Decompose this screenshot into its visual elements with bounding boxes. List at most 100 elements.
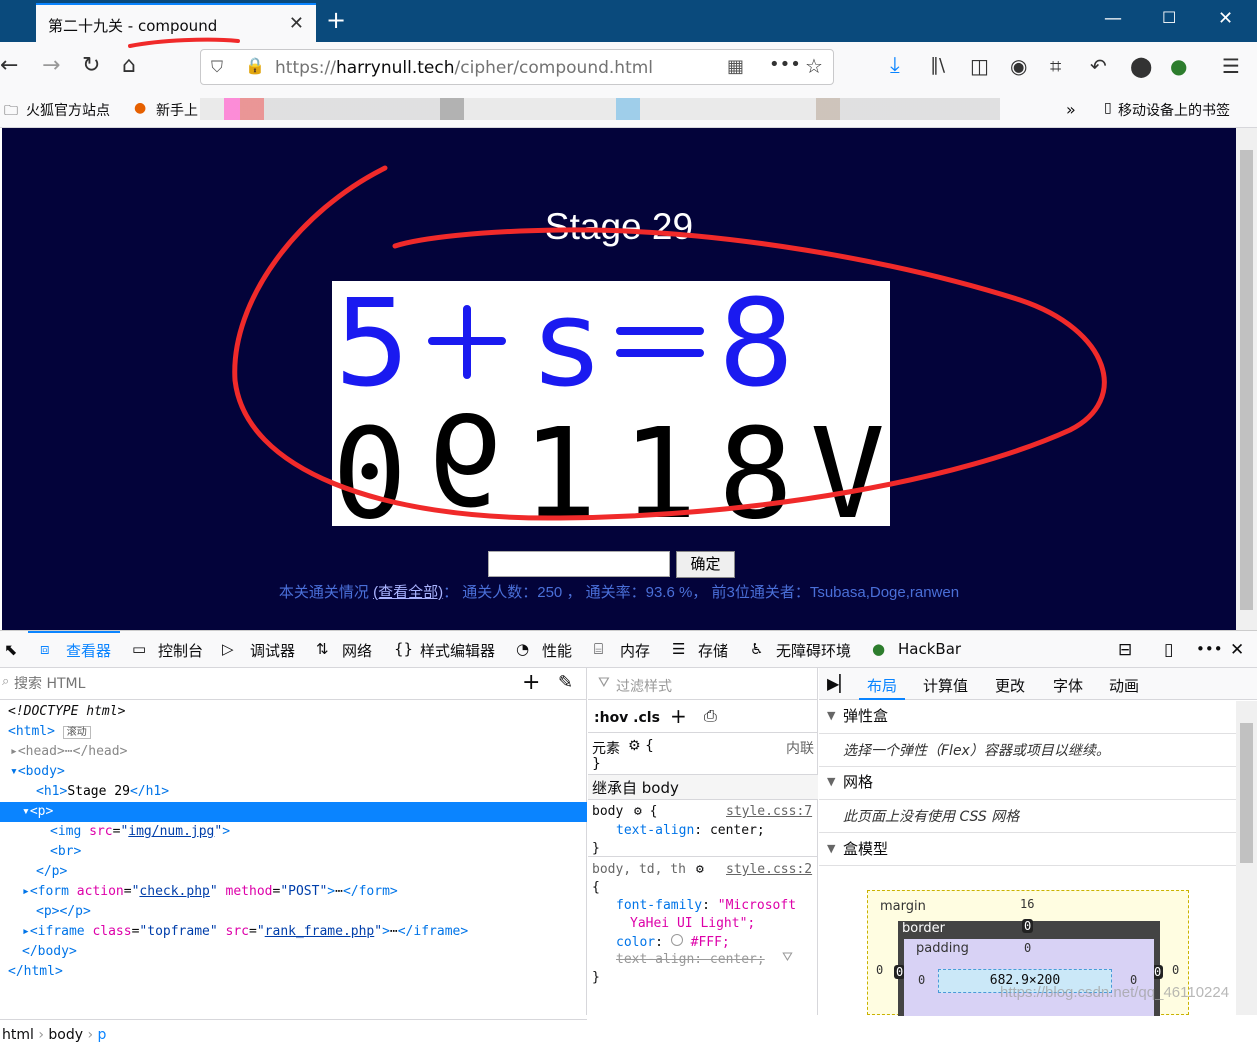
responsive-design-icon[interactable]: ▯	[1164, 640, 1173, 660]
rule-value[interactable]: "Microsoft	[718, 898, 796, 913]
breadcrumb-item[interactable]: html	[0, 1027, 34, 1043]
active-tab[interactable]: 第二十九关 - compound ✕	[36, 3, 316, 42]
tab-computed[interactable]: 计算值	[923, 675, 968, 696]
close-tab-icon[interactable]: ✕	[289, 13, 304, 34]
grid-section[interactable]: ▼ 网格	[819, 766, 1237, 800]
color-swatch[interactable]	[670, 934, 683, 946]
tab-style-editor[interactable]: 样式编辑器	[420, 640, 495, 661]
performance-icon[interactable]: ◔	[516, 640, 529, 658]
html-line[interactable]: <p></p>	[0, 902, 587, 922]
hackbar-icon[interactable]: ●	[872, 640, 885, 658]
html-line[interactable]: ▾<body>	[0, 762, 587, 782]
tab-changes[interactable]: 更改	[995, 675, 1025, 696]
sidebar-icon[interactable]: ◫	[970, 52, 989, 80]
padding-top-value[interactable]: 0	[1024, 941, 1031, 955]
html-line[interactable]: <!DOCTYPE html>	[0, 702, 587, 722]
filter-icon[interactable]: ⛛	[782, 950, 793, 965]
rule-source-link[interactable]: style.css:7	[726, 804, 812, 819]
tab-animations[interactable]: 动画	[1109, 675, 1139, 696]
overridden-declaration[interactable]: text-align: center;	[616, 952, 765, 967]
border-top-value[interactable]: 0	[1022, 919, 1034, 933]
hackbar-extension-icon[interactable]: ●	[1170, 52, 1187, 80]
url-bar[interactable]: ⛉ 🔒 https://harrynull.tech/cipher/compou…	[200, 49, 834, 85]
html-line[interactable]: ▸<head>⋯</head>	[0, 742, 587, 762]
bookmark-item[interactable]: 火狐官方站点	[26, 100, 110, 120]
forward-icon[interactable]: →	[42, 52, 60, 80]
html-line[interactable]: <html> 滚动	[0, 722, 587, 742]
layout-scrollbar[interactable]	[1236, 701, 1257, 1015]
reload-icon[interactable]: ↻	[82, 52, 100, 80]
minimize-icon[interactable]: —	[1104, 8, 1122, 29]
breadcrumb-item[interactable]: p	[98, 1027, 107, 1043]
add-node-icon[interactable]: +	[522, 670, 540, 695]
html-line[interactable]: ▸<iframe class="topframe" src="rank_fram…	[0, 922, 587, 942]
html-line[interactable]: </p>	[0, 862, 587, 882]
tab-accessibility[interactable]: 无障碍环境	[776, 640, 851, 661]
close-devtools-icon[interactable]: ✕	[1230, 640, 1244, 660]
tab-performance[interactable]: 性能	[542, 640, 572, 661]
html-line-selected[interactable]: ▾<p>	[0, 802, 587, 822]
hov-cls-toggle[interactable]: :hov .cls	[594, 710, 660, 726]
breadcrumb-item[interactable]: body	[48, 1027, 83, 1043]
rule-property[interactable]: text-align	[616, 823, 694, 838]
add-rule-icon[interactable]: +	[670, 704, 687, 728]
tab-storage[interactable]: 存储	[698, 640, 728, 661]
accessibility-icon[interactable]: ♿	[750, 640, 763, 658]
style-editor-icon[interactable]: {}	[394, 640, 413, 658]
margin-left-value[interactable]: 0	[876, 963, 883, 977]
page-actions-icon[interactable]: •••	[769, 54, 801, 75]
downloads-icon[interactable]: ⤓	[890, 52, 900, 80]
rule-value[interactable]: center;	[710, 823, 765, 838]
padding-left-value[interactable]: 0	[918, 973, 925, 987]
bookmark-item[interactable]: 新手上	[156, 100, 198, 120]
more-options-icon[interactable]: •••	[1196, 640, 1223, 658]
toggle-sidebar-icon[interactable]: ▶▏	[827, 674, 852, 693]
tab-debugger[interactable]: 调试器	[250, 640, 295, 661]
tab-memory[interactable]: 内存	[620, 640, 650, 661]
split-console-icon[interactable]: ⊟	[1118, 640, 1132, 660]
html-line[interactable]: ▸<form action="check.php" method="POST">…	[0, 882, 587, 902]
maximize-icon[interactable]: ☐	[1162, 8, 1176, 27]
undo-icon[interactable]: ↶	[1090, 52, 1107, 80]
account-icon[interactable]: ◉	[1010, 52, 1027, 80]
margin-right-value[interactable]: 0	[1172, 963, 1179, 977]
screenshot-icon[interactable]: ⌗	[1050, 52, 1061, 80]
new-tab-icon[interactable]: +	[326, 6, 346, 34]
debugger-icon[interactable]: ▷	[222, 640, 234, 658]
tab-hackbar[interactable]: HackBar	[898, 640, 961, 658]
rule-value[interactable]: #FFF;	[691, 935, 730, 950]
answer-input[interactable]	[488, 551, 670, 577]
element-picker-icon[interactable]: ⬉	[4, 640, 17, 659]
qr-code-icon[interactable]: ▦	[727, 56, 744, 77]
window-close-icon[interactable]: ✕	[1218, 8, 1233, 29]
html-line[interactable]: </html>	[0, 962, 587, 982]
menu-icon[interactable]: ☰	[1222, 52, 1240, 80]
rule-source-link[interactable]: style.css:2	[726, 862, 812, 877]
html-line[interactable]: </body>	[0, 942, 587, 962]
storage-icon[interactable]: ☰	[672, 640, 685, 658]
bookmark-star-icon[interactable]: ☆	[805, 54, 823, 78]
network-icon[interactable]: ⇅	[316, 640, 329, 658]
html-line[interactable]: <img src="img/num.jpg">	[0, 822, 587, 842]
eyedropper-icon[interactable]: ✎	[558, 672, 573, 693]
scroll-badge[interactable]: 滚动	[62, 726, 91, 739]
inspector-icon[interactable]: ⧈	[40, 640, 50, 658]
print-media-icon[interactable]: ⎙	[704, 706, 717, 726]
console-icon[interactable]: ▭	[132, 640, 146, 658]
tracking-shield-icon[interactable]: ⛉	[211, 57, 223, 77]
scrollbar-thumb[interactable]	[1240, 150, 1253, 610]
submit-button[interactable]: 确定	[676, 551, 735, 578]
boxmodel-section[interactable]: ▼ 盒模型	[819, 832, 1237, 866]
more-bookmarks-icon[interactable]: »	[1066, 100, 1076, 119]
flexbox-section[interactable]: ▼ 弹性盒	[819, 700, 1237, 734]
tab-fonts[interactable]: 字体	[1053, 675, 1083, 696]
scrollbar-thumb[interactable]	[1240, 723, 1253, 863]
html-search-input[interactable]	[14, 676, 494, 692]
html-line[interactable]: <h1>Stage 29</h1>	[0, 782, 587, 802]
tab-layout[interactable]: 布局	[867, 675, 897, 696]
library-icon[interactable]: ∥\	[930, 52, 945, 80]
rule-property[interactable]: color	[616, 935, 655, 950]
margin-top-value[interactable]: 16	[1020, 897, 1034, 911]
tab-inspector[interactable]: 查看器	[66, 640, 111, 661]
filter-styles-input[interactable]: 过滤样式	[616, 676, 672, 696]
